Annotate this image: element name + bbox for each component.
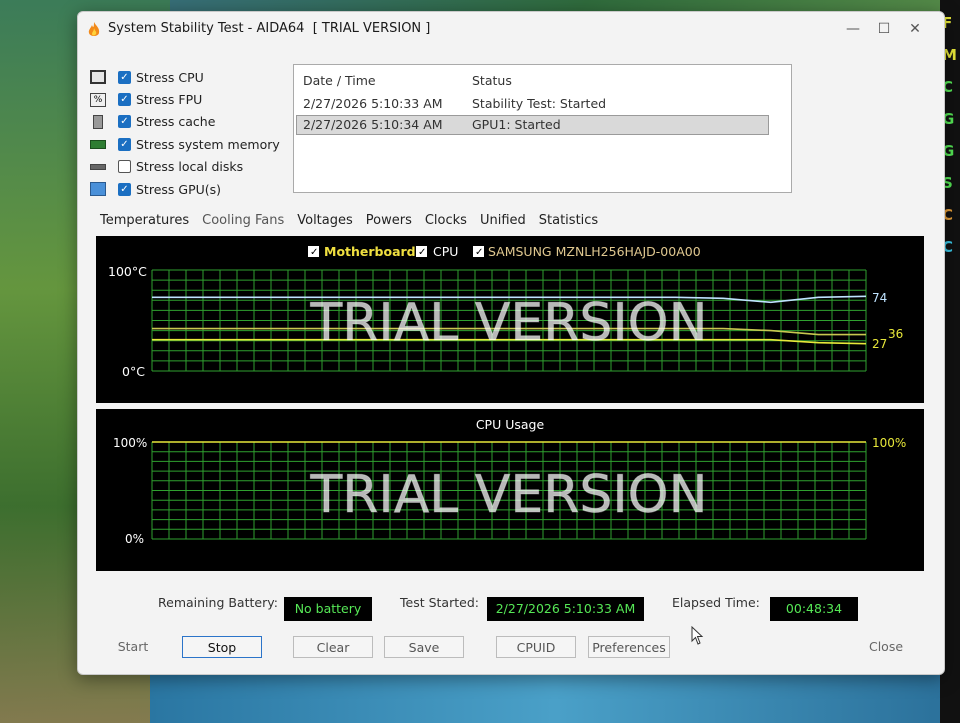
test-started-label: Test Started: <box>400 595 479 610</box>
cpu-usage-value: 100% <box>872 436 906 450</box>
temperature-graph: ✓ Motherboard ✓ CPU ✓ SAMSUNG MZNLH256HA… <box>96 236 924 403</box>
svg-text:✓: ✓ <box>310 247 318 258</box>
svg-text:✓: ✓ <box>418 247 426 258</box>
cpu-usage-graph: CPU Usage 100% 0% 100% TRIAL VERSION <box>96 409 924 571</box>
cpu-temp-value: 74 <box>872 291 887 305</box>
stop-button[interactable]: Stop <box>182 636 262 658</box>
motherboard-temp-value: 27 <box>872 337 887 351</box>
tab-powers[interactable]: Powers <box>366 213 412 228</box>
tab-cooling-fans[interactable]: Cooling Fans <box>202 213 284 228</box>
stability-test-window: System Stability Test - AIDA64 [ TRIAL V… <box>77 11 945 675</box>
cpuid-button[interactable]: CPUID <box>496 636 576 658</box>
maximize-button[interactable]: ☐ <box>869 18 899 40</box>
disk-icon <box>90 163 106 170</box>
column-header-status[interactable]: Status <box>472 73 512 88</box>
trial-watermark: TRIAL VERSION <box>309 293 707 353</box>
stress-cpu-checkbox[interactable]: ✓ <box>118 70 131 84</box>
elapsed-time-display: 00:48:34 <box>770 597 858 621</box>
graph-tabs: Temperatures Cooling Fans Voltages Power… <box>100 213 611 228</box>
stress-memory-checkbox[interactable]: ✓ <box>118 137 131 151</box>
cpu-usage-title: CPU Usage <box>476 417 545 432</box>
tab-clocks[interactable]: Clocks <box>425 213 467 228</box>
tab-temperatures[interactable]: Temperatures <box>100 213 189 228</box>
legend-motherboard-label: Motherboard <box>324 244 416 259</box>
battery-display: No battery <box>284 597 372 621</box>
elapsed-time-label: Elapsed Time: <box>672 595 760 610</box>
tab-voltages[interactable]: Voltages <box>297 213 353 228</box>
aida64-flame-icon <box>88 22 100 36</box>
tab-statistics[interactable]: Statistics <box>539 213 598 228</box>
fpu-chip-icon: % <box>90 92 106 107</box>
trial-watermark: TRIAL VERSION <box>309 465 707 525</box>
log-row-status[interactable]: GPU1: Started <box>472 117 561 132</box>
mouse-pointer-icon <box>691 626 704 645</box>
temp-axis-max-label: 100°C <box>108 264 147 279</box>
window-title: System Stability Test - AIDA64 [ TRIAL V… <box>108 21 431 36</box>
close-button[interactable]: Close <box>851 636 921 658</box>
cache-icon <box>93 114 103 129</box>
log-row-status[interactable]: Stability Test: Started <box>472 96 606 111</box>
stress-options: ✓ Stress CPU % ✓ Stress FPU ✓ Stress cac… <box>90 66 280 200</box>
cpu-axis-min-label: 0% <box>125 532 144 546</box>
svg-text:✓: ✓ <box>475 247 483 258</box>
stress-cache-checkbox[interactable]: ✓ <box>118 115 131 129</box>
stress-fpu-option[interactable]: % ✓ Stress FPU <box>90 88 280 110</box>
stress-cpu-option[interactable]: ✓ Stress CPU <box>90 66 280 88</box>
gpu-monitor-icon <box>90 182 106 197</box>
save-button[interactable]: Save <box>384 636 464 658</box>
tab-unified[interactable]: Unified <box>480 213 526 228</box>
temp-axis-min-label: 0°C <box>122 364 145 379</box>
title-bar[interactable]: System Stability Test - AIDA64 [ TRIAL V… <box>78 12 944 46</box>
log-row-datetime[interactable]: 2/27/2026 5:10:34 AM <box>303 117 443 132</box>
status-log-table[interactable]: Date / Time Status 2/27/2026 5:10:33 AM … <box>293 64 792 193</box>
clear-button[interactable]: Clear <box>293 636 373 658</box>
stress-disks-option[interactable]: Stress local disks <box>90 156 280 178</box>
close-window-button[interactable]: ✕ <box>900 18 930 40</box>
stress-memory-option[interactable]: ✓ Stress system memory <box>90 133 280 155</box>
log-row-datetime[interactable]: 2/27/2026 5:10:33 AM <box>303 96 443 111</box>
legend-cpu-label: CPU <box>433 244 458 259</box>
memory-icon <box>90 139 106 149</box>
battery-label: Remaining Battery: <box>158 595 278 610</box>
stress-cache-option[interactable]: ✓ Stress cache <box>90 111 280 133</box>
test-started-display: 2/27/2026 5:10:33 AM <box>487 597 644 621</box>
stress-gpu-option[interactable]: ✓ Stress GPU(s) <box>90 178 280 200</box>
stress-gpu-checkbox[interactable]: ✓ <box>118 182 131 196</box>
stress-fpu-checkbox[interactable]: ✓ <box>118 93 131 107</box>
cpu-usage-graph-canvas: CPU Usage 100% 0% 100% TRIAL VERSION <box>113 417 906 546</box>
temperature-graph-canvas: ✓ Motherboard ✓ CPU ✓ SAMSUNG MZNLH256HA… <box>108 244 903 379</box>
column-header-datetime[interactable]: Date / Time <box>303 73 376 88</box>
cpu-chip-icon <box>90 70 106 85</box>
ssd-temp-value: 36 <box>888 327 903 341</box>
preferences-button[interactable]: Preferences <box>588 636 670 658</box>
stress-disks-checkbox[interactable] <box>118 160 131 174</box>
start-button[interactable]: Start <box>98 636 168 658</box>
cpu-axis-max-label: 100% <box>113 436 147 450</box>
legend-ssd-label: SAMSUNG MZNLH256HAJD-00A00 <box>488 244 701 259</box>
minimize-button[interactable]: — <box>838 18 868 40</box>
